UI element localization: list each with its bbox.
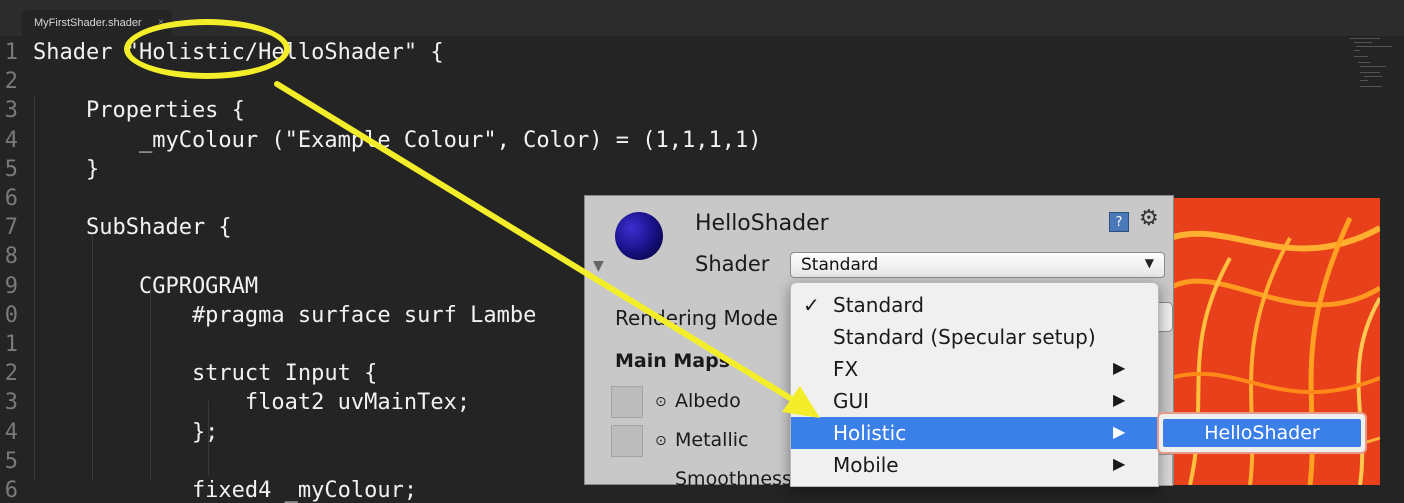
annotation-arrow [274, 81, 820, 418]
